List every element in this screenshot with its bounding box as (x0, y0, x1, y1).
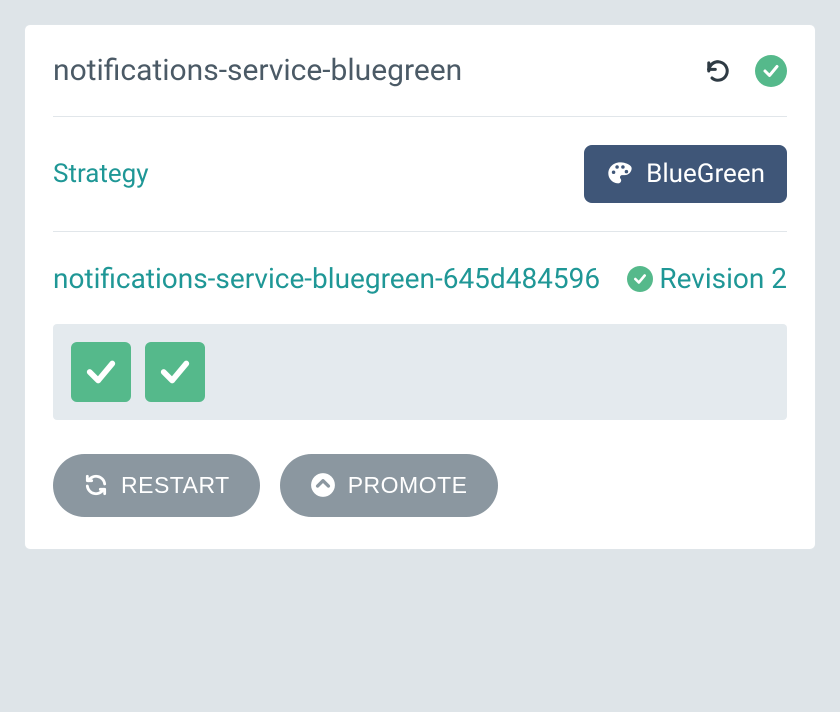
restart-button[interactable]: RESTART (53, 454, 260, 517)
palette-icon (606, 160, 634, 188)
revision-name-link[interactable]: notifications-service-bluegreen-645d4845… (53, 260, 617, 298)
strategy-badge: BlueGreen (584, 145, 787, 203)
action-buttons: RESTART PROMOTE (53, 454, 787, 517)
restart-button-label: RESTART (121, 472, 230, 499)
header-row: notifications-service-bluegreen (53, 53, 787, 88)
status-healthy-icon (755, 55, 787, 87)
revision-status: Revision 2 (627, 261, 787, 296)
revision-number-label: Revision 2 (659, 261, 787, 296)
strategy-label[interactable]: Strategy (53, 159, 149, 189)
header-actions (705, 55, 787, 87)
pod-tray (53, 324, 787, 420)
refresh-icon[interactable] (705, 58, 731, 84)
status-healthy-icon (627, 266, 653, 292)
restart-icon (83, 472, 109, 498)
promote-button-label: PROMOTE (348, 472, 468, 499)
strategy-row: Strategy BlueGreen (53, 145, 787, 203)
revision-row: notifications-service-bluegreen-645d4845… (53, 260, 787, 298)
rollout-title: notifications-service-bluegreen (53, 53, 462, 88)
rollout-card: notifications-service-bluegreen Str (24, 24, 816, 550)
strategy-value: BlueGreen (646, 159, 765, 189)
promote-button[interactable]: PROMOTE (280, 454, 498, 517)
pod-status-healthy[interactable] (145, 342, 205, 402)
promote-icon (310, 472, 336, 498)
divider (53, 116, 787, 117)
divider (53, 231, 787, 232)
pod-status-healthy[interactable] (71, 342, 131, 402)
